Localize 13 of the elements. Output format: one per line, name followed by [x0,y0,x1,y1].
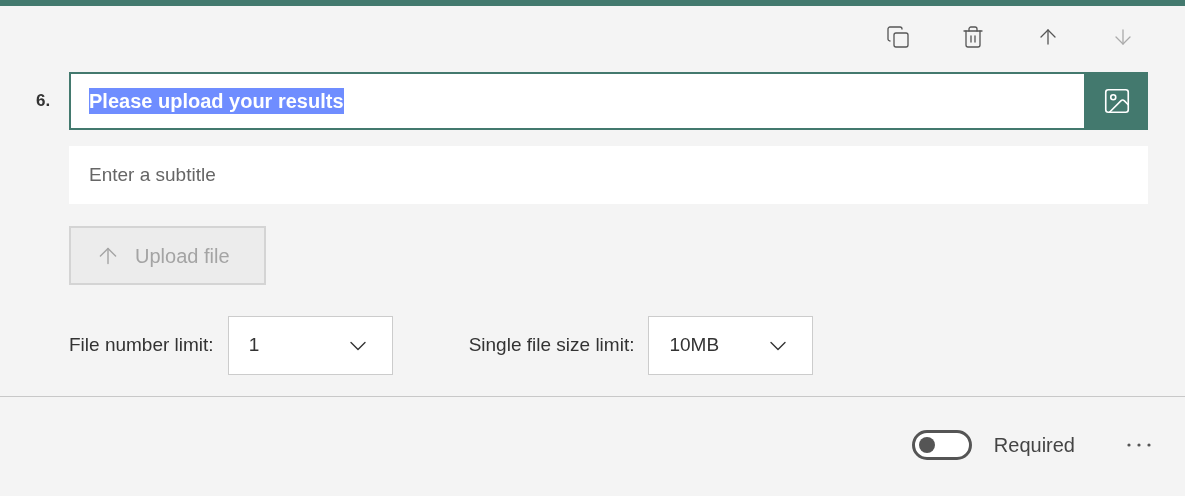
limit-label: File number limit: [69,333,214,358]
required-toggle[interactable] [911,430,972,460]
image-icon [1102,86,1132,116]
delete-icon [961,25,985,49]
more-icon [1127,443,1151,447]
question-number: 6. [36,90,52,113]
limit-dropdown[interactable]: 10MB [648,316,814,375]
insert-image-button[interactable] [1086,72,1148,130]
required-label: Required [993,433,1075,458]
limit-dropdown[interactable]: 1 [227,316,393,375]
subtitle-field[interactable]: Enter a subtitle [69,146,1148,204]
limit-label: Single file size limit: [468,333,635,358]
copy-icon [886,25,910,49]
